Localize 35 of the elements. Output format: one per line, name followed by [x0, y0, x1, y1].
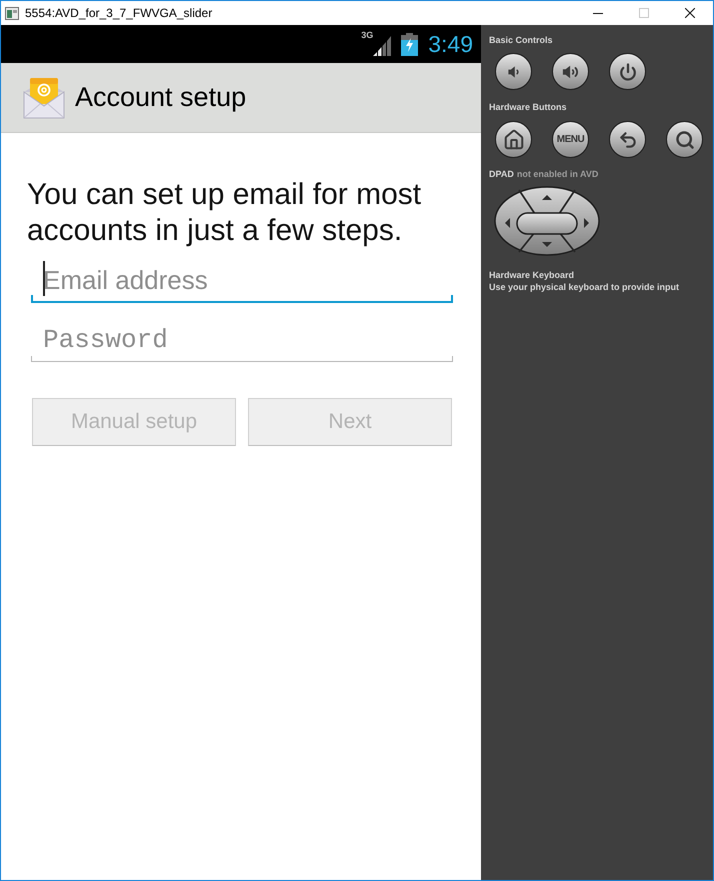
- search-button[interactable]: [666, 121, 703, 158]
- keyboard-hint: Use your physical keyboard to provide input: [489, 281, 680, 293]
- back-button[interactable]: [609, 121, 646, 158]
- app-window-icon: [5, 6, 19, 20]
- up-arrow-icon: [542, 195, 552, 200]
- screen-title: Account setup: [75, 84, 246, 111]
- section-title: Hardware Keyboard: [489, 269, 576, 281]
- volume-down-icon: [506, 64, 522, 80]
- envelope-icon: [22, 76, 66, 118]
- back-arrow-icon: [618, 130, 638, 150]
- dpad-center-key[interactable]: [516, 212, 578, 235]
- volume-up-button[interactable]: [552, 53, 589, 90]
- minimize-icon: [593, 12, 603, 14]
- right-arrow-icon: [584, 218, 589, 228]
- text-cursor-icon: [43, 261, 45, 296]
- clock-time: 3:49: [428, 32, 473, 56]
- menu-button[interactable]: MENU: [552, 121, 589, 158]
- section-title: Basic Controls: [489, 34, 554, 46]
- maximize-icon: [639, 8, 649, 18]
- close-icon: [685, 8, 695, 18]
- window-title: 5554:AVD_for_3_7_FWVGA_slider: [25, 5, 212, 22]
- power-icon: [618, 62, 636, 80]
- battery-charging-icon: [401, 32, 418, 56]
- section-title: Hardware Buttons: [489, 101, 568, 113]
- network-type: 3G: [361, 31, 374, 40]
- home-icon: [502, 128, 524, 150]
- left-arrow-icon: [505, 218, 510, 228]
- volume-down-button[interactable]: [495, 53, 532, 90]
- section-note: not enabled in AVD: [516, 168, 598, 180]
- down-arrow-icon: [542, 242, 552, 247]
- search-icon: [674, 130, 694, 150]
- intro-text: You can set up email for most accounts in just a few steps.: [27, 177, 422, 249]
- power-button[interactable]: [609, 53, 646, 90]
- section-title: DPAD: [489, 168, 514, 180]
- home-button[interactable]: [495, 121, 532, 158]
